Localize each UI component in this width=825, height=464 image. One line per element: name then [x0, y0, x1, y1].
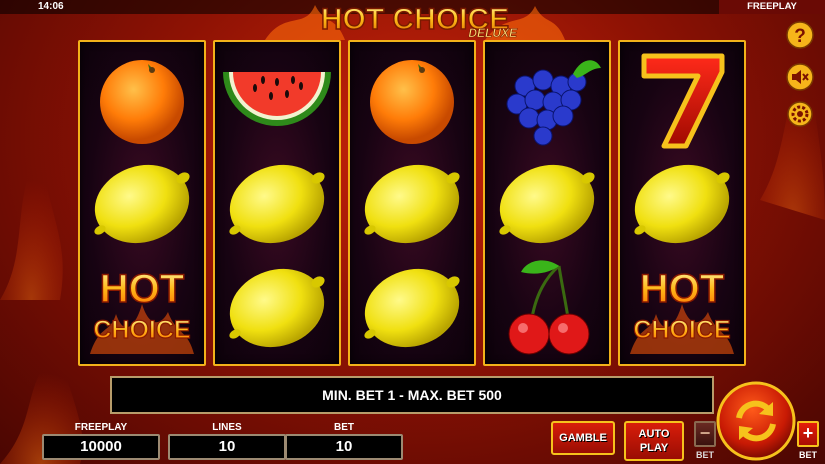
symbol-lemon-icon — [364, 268, 460, 348]
symbol-lemon-icon — [364, 164, 460, 244]
game-logo: HOT CHOICE DELUXE — [265, 2, 565, 40]
symbol-lemon-icon — [634, 164, 730, 244]
spin-button[interactable] — [715, 380, 797, 462]
bet-decrease-button[interactable]: − — [694, 421, 716, 447]
lines-display: LINES 10 — [168, 422, 286, 460]
bet-increase-button[interactable]: + — [797, 421, 819, 447]
symbol-lemon-icon — [94, 164, 190, 244]
symbol-lemon-icon — [499, 164, 595, 244]
svg-text:?: ? — [794, 26, 806, 47]
reels-area: HOT CHOICE HOT CHOICE — [78, 40, 748, 366]
freeplay-balance: FREEPLAY 10000 — [42, 422, 160, 460]
bet-increase-label: BET — [799, 450, 817, 460]
message-bar: MIN. BET 1 - MAX. BET 500 — [110, 376, 714, 414]
bet-value: 10 — [285, 434, 403, 460]
sound-off-icon[interactable] — [785, 62, 815, 92]
autoplay-label-1: AUTO — [638, 428, 670, 440]
settings-icon[interactable] — [785, 99, 815, 129]
autoplay-button[interactable]: AUTO PLAY — [624, 421, 684, 461]
reel-3 — [348, 40, 476, 366]
bet-label: BET — [334, 422, 354, 433]
help-icon[interactable]: ? — [785, 20, 815, 50]
symbol-lemon-icon — [229, 268, 325, 348]
symbol-lemon-icon — [229, 164, 325, 244]
logo-subtitle: DELUXE — [468, 26, 518, 40]
reel-5: HOT CHOICE — [618, 40, 746, 366]
scatter-text-hot: HOT — [640, 267, 724, 311]
scatter-text-choice: CHOICE — [93, 316, 190, 344]
scatter-text-hot: HOT — [100, 267, 184, 311]
reel-2 — [213, 40, 341, 366]
symbol-grapes-icon — [506, 60, 601, 146]
symbol-orange-icon — [100, 60, 184, 144]
freeplay-value: 10000 — [42, 434, 160, 460]
symbol-hot-choice: HOT CHOICE — [90, 266, 194, 354]
freeplay-label: FREEPLAY — [74, 422, 128, 433]
lines-label: LINES — [212, 422, 242, 433]
symbol-hot-choice: HOT CHOICE — [630, 266, 734, 354]
reel-1: HOT CHOICE — [78, 40, 206, 366]
autoplay-label-2: PLAY — [639, 442, 669, 454]
scatter-text-choice: CHOICE — [633, 316, 730, 344]
clock: 14:06 — [38, 1, 64, 12]
lines-value: 10 — [168, 434, 286, 460]
bet-display: BET 10 — [285, 422, 403, 460]
symbol-watermelon-icon — [223, 72, 331, 126]
freeplay-mode-badge: FREEPLAY — [719, 0, 825, 14]
symbol-seven-icon — [641, 53, 725, 149]
gamble-button[interactable]: GAMBLE — [551, 421, 615, 455]
symbol-orange-icon — [370, 60, 454, 144]
reel-4 — [483, 40, 611, 366]
symbol-cherries-icon — [508, 260, 590, 355]
